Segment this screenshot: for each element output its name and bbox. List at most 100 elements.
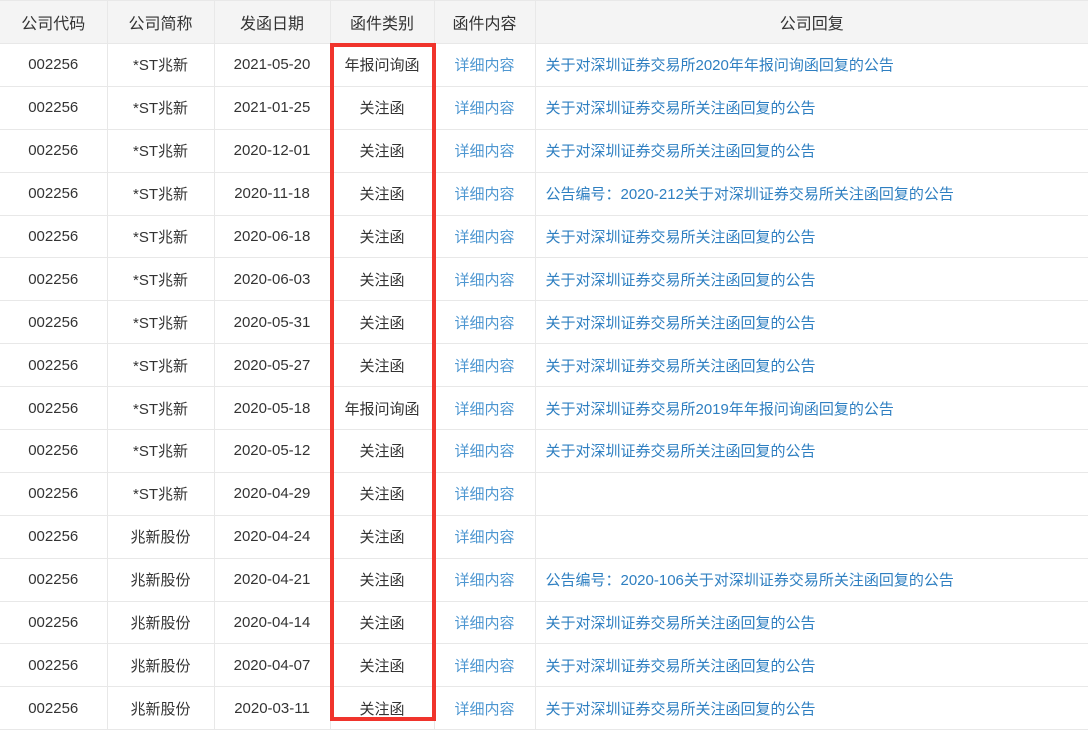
cell-letter-category: 年报问询函 xyxy=(330,44,434,87)
cell-letter-date: 2020-06-03 xyxy=(214,258,330,301)
cell-company-reply: 关于对深圳证券交易所关注函回复的公告 xyxy=(535,129,1088,172)
company-reply-link[interactable]: 关于对深圳证券交易所关注函回复的公告 xyxy=(546,315,816,332)
cell-letter-content: 详细内容 xyxy=(434,86,535,129)
cell-letter-content: 详细内容 xyxy=(434,644,535,687)
cell-company-code: 002256 xyxy=(0,258,107,301)
company-reply-link[interactable]: 关于对深圳证券交易所关注函回复的公告 xyxy=(546,143,816,160)
cell-company-reply: 关于对深圳证券交易所关注函回复的公告 xyxy=(535,644,1088,687)
cell-company-code: 002256 xyxy=(0,86,107,129)
table-row: 002256 *ST兆新 2020-05-31 关注函 详细内容 关于对深圳证券… xyxy=(0,301,1088,344)
cell-letter-category: 关注函 xyxy=(330,215,434,258)
cell-letter-content: 详细内容 xyxy=(434,558,535,601)
cell-letter-date: 2020-05-12 xyxy=(214,430,330,473)
detail-content-link[interactable]: 详细内容 xyxy=(454,572,514,589)
cell-letter-category: 关注函 xyxy=(330,558,434,601)
cell-company-name: 兆新股份 xyxy=(107,515,214,558)
cell-letter-category: 关注函 xyxy=(330,86,434,129)
company-reply-link[interactable]: 公告编号：2020-106关于对深圳证券交易所关注函回复的公告 xyxy=(546,572,954,589)
detail-content-link[interactable]: 详细内容 xyxy=(454,358,514,375)
cell-letter-category: 关注函 xyxy=(330,472,434,515)
detail-content-link[interactable]: 详细内容 xyxy=(454,57,514,74)
cell-letter-content: 详细内容 xyxy=(434,687,535,730)
company-reply-link[interactable]: 关于对深圳证券交易所关注函回复的公告 xyxy=(546,229,816,246)
detail-content-link[interactable]: 详细内容 xyxy=(454,658,514,675)
detail-content-link[interactable]: 详细内容 xyxy=(454,272,514,289)
cell-letter-date: 2020-04-07 xyxy=(214,644,330,687)
cell-letter-date: 2020-04-14 xyxy=(214,601,330,644)
cell-company-code: 002256 xyxy=(0,172,107,215)
cell-letter-category: 关注函 xyxy=(330,129,434,172)
company-reply-link[interactable]: 公告编号：2020-212关于对深圳证券交易所关注函回复的公告 xyxy=(546,186,954,203)
company-reply-link[interactable]: 关于对深圳证券交易所关注函回复的公告 xyxy=(546,443,816,460)
cell-company-reply: 关于对深圳证券交易所关注函回复的公告 xyxy=(535,215,1088,258)
table-row: 002256 *ST兆新 2020-06-18 关注函 详细内容 关于对深圳证券… xyxy=(0,215,1088,258)
detail-content-link[interactable]: 详细内容 xyxy=(454,143,514,160)
company-reply-link[interactable]: 关于对深圳证券交易所关注函回复的公告 xyxy=(546,658,816,675)
cell-company-reply: 关于对深圳证券交易所关注函回复的公告 xyxy=(535,687,1088,730)
cell-letter-category: 年报问询函 xyxy=(330,387,434,430)
detail-content-link[interactable]: 详细内容 xyxy=(454,229,514,246)
table-row: 002256 *ST兆新 2020-12-01 关注函 详细内容 关于对深圳证券… xyxy=(0,129,1088,172)
table-row: 002256 兆新股份 2020-03-11 关注函 详细内容 关于对深圳证券交… xyxy=(0,687,1088,730)
cell-company-name: *ST兆新 xyxy=(107,301,214,344)
cell-letter-category: 关注函 xyxy=(330,601,434,644)
company-reply-link[interactable]: 关于对深圳证券交易所关注函回复的公告 xyxy=(546,358,816,375)
detail-content-link[interactable]: 详细内容 xyxy=(454,401,514,418)
cell-letter-date: 2020-06-18 xyxy=(214,215,330,258)
cell-company-name: 兆新股份 xyxy=(107,601,214,644)
cell-letter-date: 2020-04-21 xyxy=(214,558,330,601)
cell-company-reply: 关于对深圳证券交易所关注函回复的公告 xyxy=(535,258,1088,301)
cell-company-reply: 关于对深圳证券交易所关注函回复的公告 xyxy=(535,86,1088,129)
cell-letter-category: 关注函 xyxy=(330,344,434,387)
table-row: 002256 *ST兆新 2020-05-18 年报问询函 详细内容 关于对深圳… xyxy=(0,387,1088,430)
table-row: 002256 *ST兆新 2020-04-29 关注函 详细内容 xyxy=(0,472,1088,515)
cell-letter-content: 详细内容 xyxy=(434,215,535,258)
company-reply-link[interactable]: 关于对深圳证券交易所关注函回复的公告 xyxy=(546,701,816,718)
company-reply-link[interactable]: 关于对深圳证券交易所关注函回复的公告 xyxy=(546,615,816,632)
cell-company-name: 兆新股份 xyxy=(107,558,214,601)
table-row: 002256 *ST兆新 2021-01-25 关注函 详细内容 关于对深圳证券… xyxy=(0,86,1088,129)
cell-company-name: *ST兆新 xyxy=(107,44,214,87)
cell-letter-date: 2020-04-24 xyxy=(214,515,330,558)
company-reply-link[interactable]: 关于对深圳证券交易所关注函回复的公告 xyxy=(546,100,816,117)
cell-company-code: 002256 xyxy=(0,644,107,687)
detail-content-link[interactable]: 详细内容 xyxy=(454,529,514,546)
cell-company-reply: 公告编号：2020-212关于对深圳证券交易所关注函回复的公告 xyxy=(535,172,1088,215)
cell-letter-date: 2020-05-27 xyxy=(214,344,330,387)
cell-letter-category: 关注函 xyxy=(330,172,434,215)
inquiry-letters-table-container: 公司代码 公司简称 发函日期 函件类别 函件内容 公司回复 002256 *ST… xyxy=(0,0,1088,731)
cell-letter-category: 关注函 xyxy=(330,258,434,301)
cell-company-reply: 公告编号：2020-106关于对深圳证券交易所关注函回复的公告 xyxy=(535,558,1088,601)
cell-company-name: *ST兆新 xyxy=(107,472,214,515)
company-reply-link[interactable]: 关于对深圳证券交易所关注函回复的公告 xyxy=(546,272,816,289)
detail-content-link[interactable]: 详细内容 xyxy=(454,486,514,503)
header-company-reply: 公司回复 xyxy=(535,1,1088,44)
company-reply-link[interactable]: 关于对深圳证券交易所2020年年报问询函回复的公告 xyxy=(546,57,894,74)
cell-company-name: *ST兆新 xyxy=(107,387,214,430)
detail-content-link[interactable]: 详细内容 xyxy=(454,186,514,203)
cell-letter-category: 关注函 xyxy=(330,687,434,730)
cell-company-name: 兆新股份 xyxy=(107,687,214,730)
header-letter-category: 函件类别 xyxy=(330,1,434,44)
cell-company-code: 002256 xyxy=(0,687,107,730)
detail-content-link[interactable]: 详细内容 xyxy=(454,615,514,632)
table-row: 002256 *ST兆新 2020-05-12 关注函 详细内容 关于对深圳证券… xyxy=(0,430,1088,473)
cell-letter-category: 关注函 xyxy=(330,430,434,473)
table-body: 002256 *ST兆新 2021-05-20 年报问询函 详细内容 关于对深圳… xyxy=(0,44,1088,730)
cell-letter-content: 详细内容 xyxy=(434,344,535,387)
detail-content-link[interactable]: 详细内容 xyxy=(454,701,514,718)
cell-company-name: 兆新股份 xyxy=(107,644,214,687)
table-header: 公司代码 公司简称 发函日期 函件类别 函件内容 公司回复 xyxy=(0,1,1088,44)
cell-company-reply: 关于对深圳证券交易所关注函回复的公告 xyxy=(535,430,1088,473)
cell-letter-category: 关注函 xyxy=(330,301,434,344)
table-row: 002256 *ST兆新 2021-05-20 年报问询函 详细内容 关于对深圳… xyxy=(0,44,1088,87)
cell-letter-date: 2020-11-18 xyxy=(214,172,330,215)
cell-letter-content: 详细内容 xyxy=(434,44,535,87)
company-reply-link[interactable]: 关于对深圳证券交易所2019年年报问询函回复的公告 xyxy=(546,401,894,418)
detail-content-link[interactable]: 详细内容 xyxy=(454,100,514,117)
detail-content-link[interactable]: 详细内容 xyxy=(454,315,514,332)
cell-letter-content: 详细内容 xyxy=(434,129,535,172)
detail-content-link[interactable]: 详细内容 xyxy=(454,443,514,460)
cell-letter-content: 详细内容 xyxy=(434,472,535,515)
cell-letter-date: 2020-03-11 xyxy=(214,687,330,730)
